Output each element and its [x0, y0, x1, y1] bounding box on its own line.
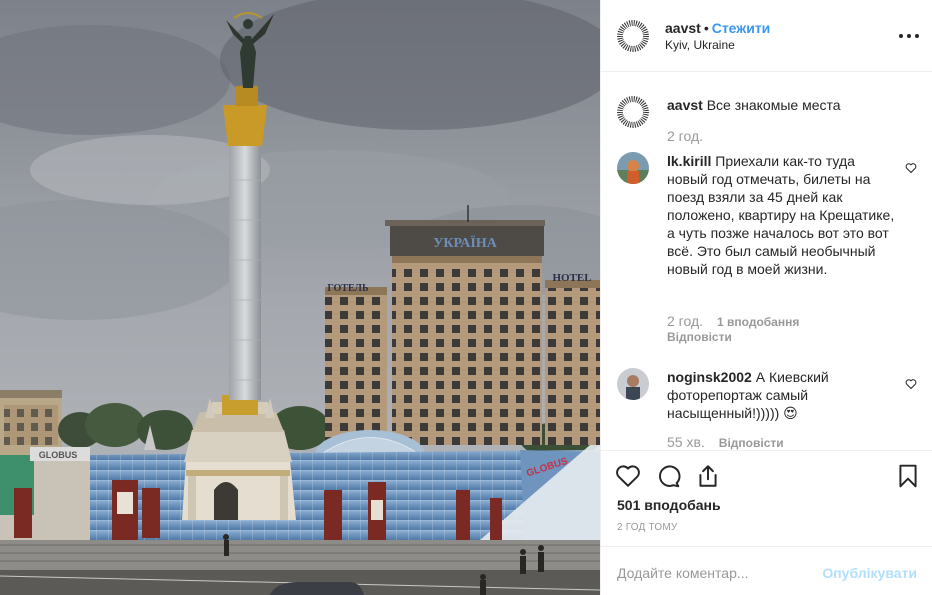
comment-meta: 55 хв. Відповісти — [667, 434, 784, 450]
caption-text-block: aavst Все знакомые места — [667, 96, 899, 114]
avatar-image — [617, 96, 649, 128]
comment-like-heart-icon[interactable] — [905, 162, 917, 174]
likes-count[interactable]: 501 вподобань — [617, 497, 721, 513]
caption-avatar[interactable] — [617, 96, 649, 128]
comment-meta: 2 год. 1 вподобання — [667, 313, 799, 329]
comment-like-heart-icon[interactable] — [905, 378, 917, 390]
comment-text-block: noginsk2002 А Киевский фоторепортаж самы… — [667, 368, 899, 422]
comment-icon[interactable] — [655, 463, 681, 489]
caption-text: Все знакомые места — [706, 97, 841, 113]
separator-dot: • — [703, 20, 709, 36]
author-username[interactable]: aavst — [665, 20, 701, 36]
comment-username[interactable]: lk.kirill — [667, 153, 711, 169]
avatar-image — [617, 152, 649, 184]
comments-list[interactable]: aavst Все знакомые места 2 год. lk.kiril… — [601, 72, 932, 450]
avatar-image — [617, 368, 649, 400]
share-icon[interactable] — [695, 463, 721, 489]
comment-text-block: lk.kirill Приехали как-то туда новый год… — [667, 152, 899, 278]
comment-item: noginsk2002 А Киевский фоторепортаж самы… — [617, 368, 917, 450]
post-details-panel: aavst • Стежити Kyiv, Ukraine aavst Все зн… — [600, 0, 932, 595]
location-link[interactable]: Kyiv, Ukraine — [665, 38, 735, 52]
follow-button[interactable]: Стежити — [712, 20, 771, 36]
caption: aavst Все знакомые места 2 год. — [617, 96, 917, 156]
more-options-icon[interactable] — [899, 26, 919, 46]
author-avatar[interactable] — [617, 20, 649, 52]
comment-likes[interactable]: 1 вподобання — [717, 315, 799, 329]
heart-icon[interactable] — [615, 463, 641, 489]
hotel-sign-ua: ГОТЕЛЬ — [327, 283, 369, 294]
comment-text: Приехали как-то туда новый год отмечать,… — [667, 153, 895, 277]
bookmark-icon[interactable] — [895, 463, 921, 489]
comment-username[interactable]: noginsk2002 — [667, 369, 752, 385]
header-line: aavst • Стежити — [665, 20, 770, 36]
commenter-avatar[interactable] — [617, 368, 649, 400]
caption-username[interactable]: aavst — [667, 97, 703, 113]
post-header: aavst • Стежити Kyiv, Ukraine — [601, 0, 932, 72]
comment-input[interactable]: Додайте коментар... — [617, 565, 749, 581]
reply-button[interactable]: Відповісти — [719, 436, 784, 450]
commenter-avatar[interactable] — [617, 152, 649, 184]
comment-time[interactable]: 2 год. — [667, 313, 703, 329]
globus-sign-left: GLOBUS — [39, 450, 78, 460]
post-actions: 501 вподобань 2 ГОД ТОМУ — [601, 450, 932, 546]
photo-image: УКРАЇНА ГОТЕЛЬ HOTEL GLOBUS GLOBUS — [0, 0, 600, 595]
publish-button[interactable]: Опублікувати — [822, 565, 917, 581]
reply-button[interactable]: Відповісти — [667, 330, 732, 344]
caption-time[interactable]: 2 год. — [667, 128, 703, 144]
add-comment-bar: Додайте коментар... Опублікувати — [601, 546, 932, 595]
post-photo[interactable]: УКРАЇНА ГОТЕЛЬ HOTEL GLOBUS GLOBUS — [0, 0, 600, 595]
post-timestamp[interactable]: 2 ГОД ТОМУ — [617, 522, 677, 533]
avatar-image — [617, 20, 649, 52]
hotel-sign-en: HOTEL — [552, 272, 591, 284]
comment-time[interactable]: 55 хв. — [667, 434, 705, 450]
comment-item: lk.kirill Приехали как-то туда новый год… — [617, 152, 917, 352]
hotel-sign-ukraina: УКРАЇНА — [433, 235, 498, 251]
